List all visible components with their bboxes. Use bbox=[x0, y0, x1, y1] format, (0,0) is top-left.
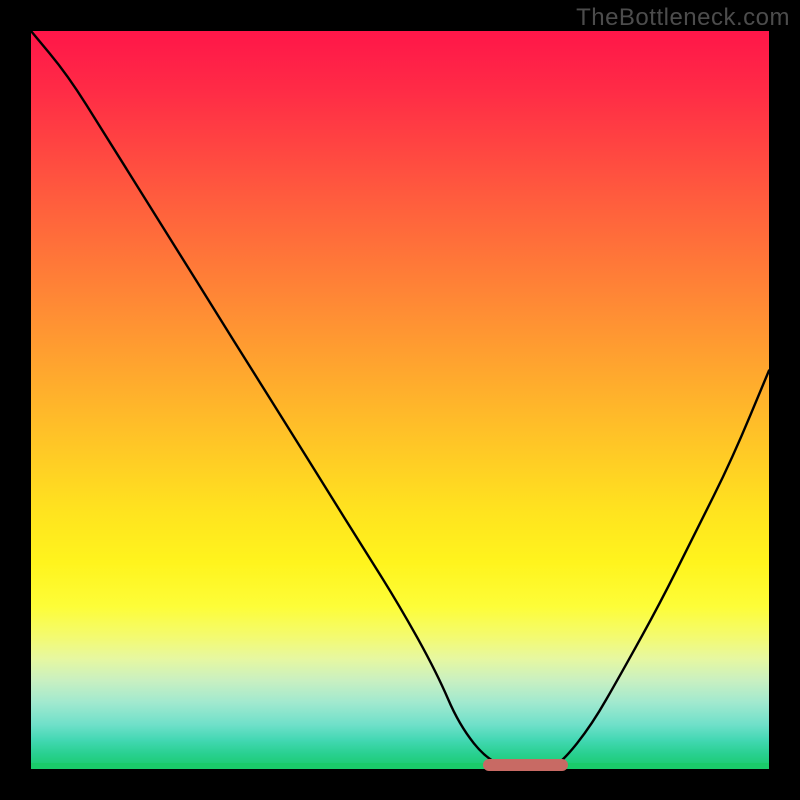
bottleneck-curve bbox=[31, 31, 769, 769]
optimal-range-marker bbox=[483, 759, 569, 771]
watermark-text: TheBottleneck.com bbox=[576, 4, 790, 32]
chart-frame: TheBottleneck.com bbox=[0, 0, 800, 800]
